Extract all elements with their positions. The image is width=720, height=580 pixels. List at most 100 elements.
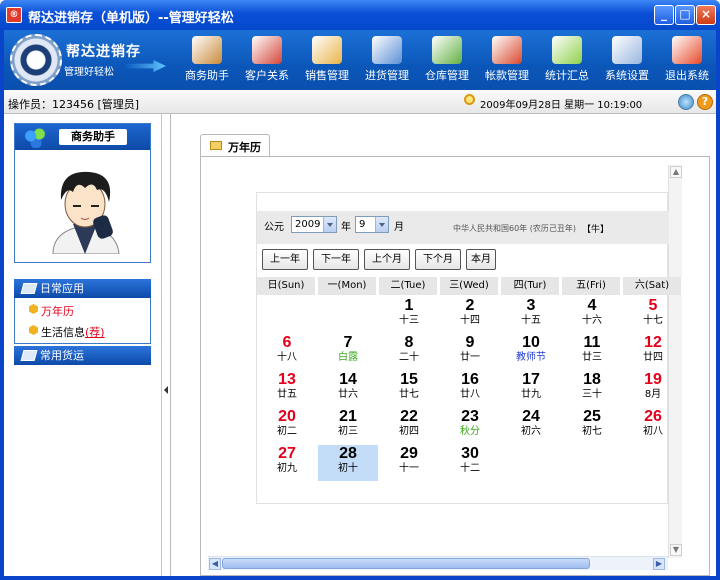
sidebar-item-life-info[interactable]: 生活信息(荐) — [29, 324, 105, 340]
lunar-date: 三十 — [582, 389, 602, 400]
assistant-header: 商务助手 — [15, 124, 150, 150]
chevron-down-icon[interactable] — [323, 217, 336, 232]
day-cell[interactable]: 13 廿五 — [257, 371, 317, 407]
day-cell[interactable]: 8 二十 — [379, 334, 439, 370]
purchase-button[interactable]: 进货管理 — [358, 32, 416, 88]
app-window: ® 帮达进销存（单机版）--管理好轻松 _ □ × 帮达进销存 管理好轻松 商务… — [0, 0, 720, 580]
maximize-button[interactable]: □ — [675, 5, 695, 25]
day-cell[interactable]: 22 初四 — [379, 408, 439, 444]
lunar-date: 廿三 — [582, 352, 602, 363]
year-unit: 年 — [341, 222, 351, 233]
day-cell[interactable]: 5 十七 — [623, 297, 683, 333]
day-cell[interactable]: 24 初六 — [501, 408, 561, 444]
day-number: 13 — [278, 371, 296, 388]
day-cell[interactable]: 12 廿四 — [623, 334, 683, 370]
weekday-header: 日(Sun) 一(Mon) 二(Tue) 三(Wed) 四(Tur) 五(Fri… — [257, 277, 682, 295]
day-cell[interactable]: 4 十六 — [562, 297, 622, 333]
perpetual-calendar: 公元 2009 年 9 月 中华人民共和国60年 (农历己丑年) 【牛】 上一年… — [256, 192, 682, 504]
day-cell[interactable]: 3 十五 — [501, 297, 561, 333]
lunar-year-info: 中华人民共和国60年 (农历己丑年) — [453, 224, 576, 233]
system-settings-button[interactable]: 系统设置 — [598, 32, 656, 88]
next-month-button[interactable]: 下个月 — [415, 249, 461, 270]
day-cell[interactable]: 6 十八 — [257, 334, 317, 370]
warehouse-button[interactable]: 仓库管理 — [418, 32, 476, 88]
day-cell[interactable]: 11 廿三 — [562, 334, 622, 370]
statistics-button[interactable]: 统计汇总 — [538, 32, 596, 88]
lunar-date: 初四 — [399, 426, 419, 437]
lunar-date: 廿四 — [643, 352, 663, 363]
group-daily-apps[interactable]: 日常应用 — [14, 279, 151, 298]
day-cell[interactable]: 15 廿七 — [379, 371, 439, 407]
lunar-date: 十八 — [277, 352, 297, 363]
group-freight[interactable]: 常用货运 — [14, 346, 151, 365]
toolbar-label: 统计汇总 — [545, 69, 589, 82]
day-cell[interactable]: 28 初十 — [318, 445, 378, 481]
next-year-button[interactable]: 下一年 — [313, 249, 359, 270]
tab-calendar[interactable]: 万年历 — [200, 134, 270, 157]
app-icon[interactable]: ® — [6, 7, 22, 23]
day-cell[interactable]: 16 廿八 — [440, 371, 500, 407]
lunar-date: 初十 — [338, 463, 358, 474]
sidebar-item-label: 万年历 — [41, 305, 74, 318]
help-icon[interactable]: ? — [697, 94, 713, 110]
accounts-button[interactable]: 帐款管理 — [478, 32, 536, 88]
lunar-date: 十六 — [582, 315, 602, 326]
toolbar-label: 商务助手 — [185, 69, 229, 82]
day-cell[interactable]: 29 十一 — [379, 445, 439, 481]
scroll-right-icon[interactable]: ▶ — [653, 558, 665, 570]
customer-relations-button[interactable]: 客户关系 — [238, 32, 296, 88]
scroll-up-icon[interactable]: ▲ — [670, 166, 682, 178]
day-number: 11 — [583, 334, 601, 351]
day-cell[interactable]: 21 初三 — [318, 408, 378, 444]
group-label: 日常应用 — [40, 282, 84, 295]
sidebar-item-calendar[interactable]: 万年历 — [29, 303, 74, 319]
day-cell[interactable]: 14 廿六 — [318, 371, 378, 407]
day-cell[interactable]: 10 教师节 — [501, 334, 561, 370]
day-cell[interactable]: 30 十二 — [440, 445, 500, 481]
day-number: 22 — [400, 408, 418, 425]
scroll-left-icon[interactable]: ◀ — [209, 558, 221, 570]
prev-year-button[interactable]: 上一年 — [262, 249, 308, 270]
close-button[interactable]: × — [696, 5, 716, 25]
day-cell[interactable]: 9 廿一 — [440, 334, 500, 370]
exit-system-button[interactable]: 退出系统 — [658, 32, 716, 88]
assistant-cubes-icon — [24, 128, 46, 148]
chevron-down-icon[interactable] — [375, 217, 388, 232]
lunar-date: 廿六 — [338, 389, 358, 400]
sales-button[interactable]: 销售管理 — [298, 32, 356, 88]
toolbar-label: 退出系统 — [665, 69, 709, 82]
collapse-arrow-icon[interactable] — [164, 386, 168, 394]
horizontal-scrollbar[interactable]: ◀ ▶ — [208, 556, 668, 570]
day-cell[interactable]: 25 初七 — [562, 408, 622, 444]
month-select[interactable]: 9 — [355, 216, 389, 233]
day-cell[interactable]: 1 十三 — [379, 297, 439, 333]
era-label: 公元 — [264, 222, 284, 233]
day-cell[interactable]: 20 初二 — [257, 408, 317, 444]
day-cell[interactable]: 2 十四 — [440, 297, 500, 333]
prev-month-button[interactable]: 上个月 — [364, 249, 410, 270]
toolbar-label: 帐款管理 — [485, 69, 529, 82]
scroll-down-icon[interactable]: ▼ — [670, 544, 682, 556]
day-cell[interactable]: 27 初九 — [257, 445, 317, 481]
year-select[interactable]: 2009 — [291, 216, 337, 233]
day-cell[interactable]: 17 廿九 — [501, 371, 561, 407]
day-number: 15 — [400, 371, 418, 388]
minimize-button[interactable]: _ — [654, 5, 674, 25]
day-cell[interactable]: 7 白露 — [318, 334, 378, 370]
sidebar-splitter[interactable] — [163, 114, 171, 576]
title-bar[interactable]: ® 帮达进销存（单机版）--管理好轻松 _ □ × — [0, 0, 720, 30]
scroll-thumb[interactable] — [222, 558, 590, 569]
this-month-button[interactable]: 本月 — [466, 249, 496, 270]
day-cell[interactable]: 26 初八 — [623, 408, 683, 444]
window-title: 帮达进销存（单机版）--管理好轻松 — [28, 11, 234, 26]
day-cell[interactable]: 23 秋分 — [440, 408, 500, 444]
status-bar: 操作员：123456 [管理员] 2009年09月28日 星期一 10:19:0… — [4, 90, 716, 114]
day-cell[interactable]: 19 8月 — [623, 371, 683, 407]
day-cell[interactable]: 18 三十 — [562, 371, 622, 407]
toolbar-label: 仓库管理 — [425, 69, 469, 82]
online-help-icon[interactable] — [678, 94, 694, 110]
day-number: 25 — [583, 408, 601, 425]
settings-icon — [612, 36, 642, 64]
warehouse-icon — [432, 36, 462, 64]
business-assistant-button[interactable]: 商务助手 — [178, 32, 236, 88]
